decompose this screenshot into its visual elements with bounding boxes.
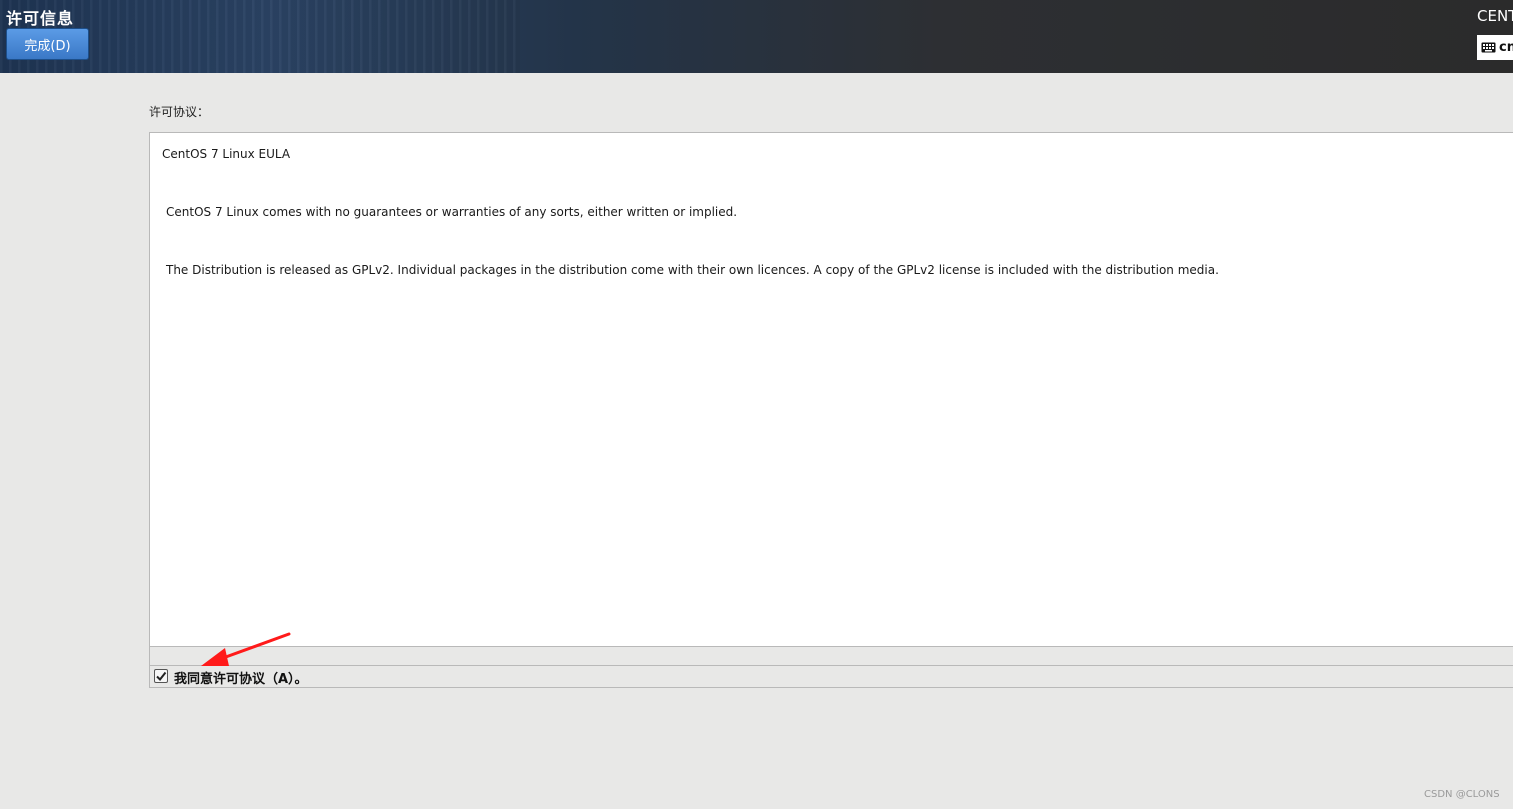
product-name: CENTOS (1477, 7, 1513, 25)
agreement-row: 我同意许可协议（A）。 (149, 666, 1513, 688)
done-button[interactable]: 完成(D) (6, 28, 89, 60)
page-title: 许可信息 (6, 9, 75, 28)
license-paragraph: The Distribution is released as GPLv2. I… (166, 263, 1219, 277)
keyboard-icon (1481, 38, 1496, 57)
license-heading: CentOS 7 Linux EULA (162, 147, 291, 161)
license-view-bottom (149, 647, 1513, 666)
header-bar: 许可信息 完成(D) CENTOS cn (0, 0, 1513, 73)
keyboard-layout-label: cn (1499, 40, 1513, 55)
agree-checkbox[interactable] (154, 669, 168, 683)
license-paragraph: CentOS 7 Linux comes with no guarantees … (166, 205, 738, 219)
keyboard-layout-indicator[interactable]: cn (1477, 35, 1513, 60)
watermark: CSDN @CLONS (1424, 789, 1500, 800)
license-section-label: 许可协议： (149, 105, 210, 119)
red-arrow-icon (201, 632, 291, 666)
checkmark-icon (156, 671, 167, 682)
license-text-view[interactable]: CentOS 7 Linux EULA CentOS 7 Linux comes… (149, 132, 1513, 647)
